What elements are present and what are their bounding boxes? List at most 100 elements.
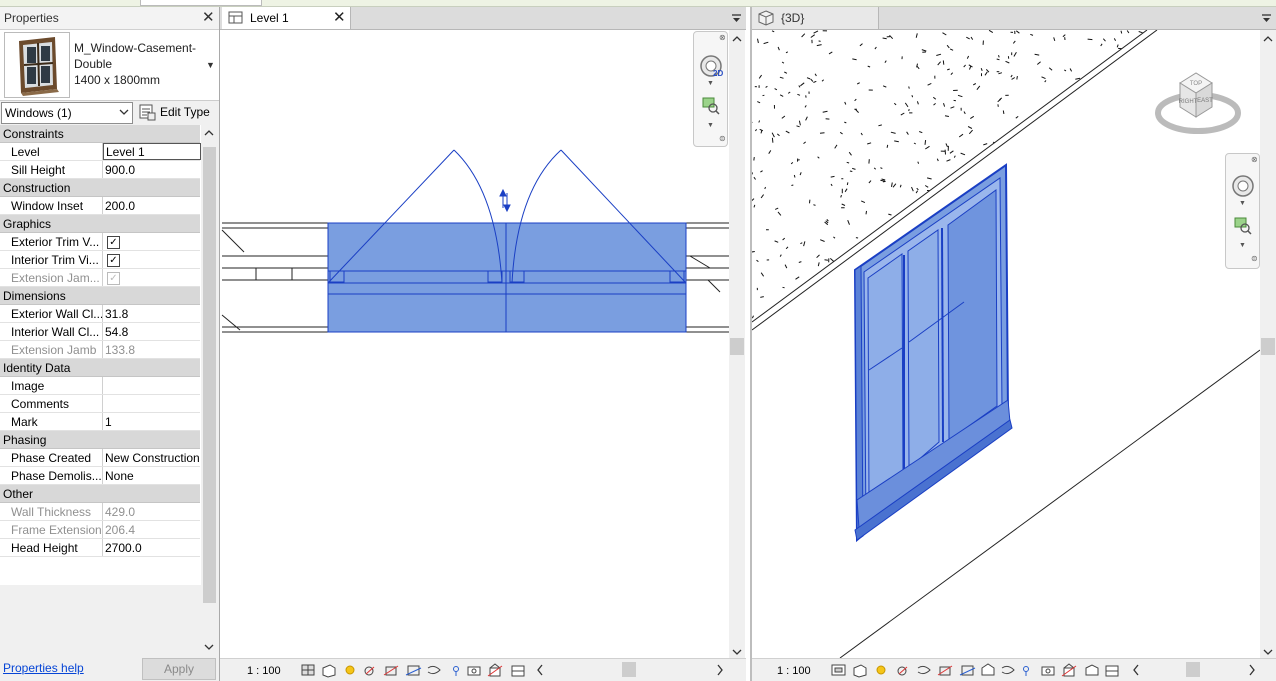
view-cube-icon[interactable]: TOP RIGHT EAST — [1150, 65, 1246, 149]
close-icon[interactable]: ✕ — [202, 10, 215, 25]
level1-view: Level 1 ✕ ⊗ 2D ▼ ▼ ⊜ 1: 100 — [220, 7, 746, 681]
property-row-image[interactable]: Image — [0, 377, 200, 395]
property-key: Phase Created — [11, 451, 92, 465]
group-other[interactable]: Other — [0, 485, 200, 503]
property-value: New Construction — [105, 451, 200, 465]
type-name-line1: M_Window-Casement- — [74, 41, 197, 55]
tab-label: Level 1 — [250, 11, 289, 25]
properties-footer: Properties help Apply — [0, 655, 219, 681]
property-row-phase-demolished[interactable]: Phase Demolis... None — [0, 467, 200, 485]
zoom-region-icon[interactable] — [702, 97, 720, 115]
property-row-mark[interactable]: Mark 1 — [0, 413, 200, 431]
view-control-icons[interactable] — [300, 662, 540, 679]
steering-wheel-icon[interactable] — [1231, 174, 1255, 198]
top-strip — [0, 0, 1276, 7]
property-row-extension-jamb: Extension Jamb 133.8 — [0, 341, 200, 359]
property-row-comments[interactable]: Comments — [0, 395, 200, 413]
tab-level1[interactable]: Level 1 ✕ — [222, 7, 351, 29]
3d-vertical-scroll-thumb[interactable] — [1261, 338, 1275, 355]
view-scale[interactable]: 1 : 100 — [247, 665, 281, 677]
scroll-down-icon[interactable] — [1263, 648, 1273, 656]
property-key: Extension Jamb — [11, 343, 97, 357]
group-label: Constraints — [3, 127, 64, 141]
edit-type-icon — [139, 104, 156, 121]
window-3d-selected — [853, 163, 1013, 543]
property-value: 206.4 — [105, 523, 136, 537]
interior-trim-checkbox[interactable]: ✓ — [107, 254, 120, 267]
group-constraints[interactable]: Constraints — [0, 125, 200, 143]
chevron-down-icon[interactable]: ▼ — [1239, 200, 1246, 207]
property-key: Sill Height — [11, 163, 66, 177]
property-row-head-height[interactable]: Head Height 2700.0 — [0, 539, 200, 557]
edit-type-button[interactable]: Edit Type — [138, 102, 218, 122]
steering-wheel-icon[interactable]: 2D — [699, 54, 723, 78]
window-thumbnail — [4, 32, 70, 98]
exterior-trim-checkbox[interactable]: ✓ — [107, 236, 120, 249]
chevron-down-icon[interactable]: ▼ — [1239, 242, 1246, 249]
scroll-down-icon[interactable] — [204, 643, 214, 651]
level1-horizontal-scroll-thumb[interactable] — [622, 662, 636, 677]
level1-vertical-scrollbar[interactable] — [729, 30, 745, 658]
properties-panel: Properties ✕ M_Window-Casement- Double 1… — [0, 7, 220, 681]
property-row-interior-trim[interactable]: Interior Trim Vi... ✓ — [0, 251, 200, 269]
chevron-down-icon[interactable]: ▼ — [707, 122, 714, 129]
scroll-left-icon[interactable] — [1132, 664, 1140, 676]
close-icon[interactable]: ✕ — [333, 10, 346, 25]
group-phasing[interactable]: Phasing — [0, 431, 200, 449]
level1-vertical-scroll-thumb[interactable] — [730, 338, 744, 355]
group-label: Dimensions — [3, 289, 66, 303]
property-value: 1 — [105, 415, 112, 429]
view-control-icons[interactable] — [830, 662, 1130, 679]
tab-3d[interactable]: {3D} — [752, 7, 879, 29]
edit-type-label: Edit Type — [160, 105, 210, 119]
properties-scroll-thumb[interactable] — [203, 147, 216, 603]
properties-help-link[interactable]: Properties help — [3, 661, 84, 675]
close-icon[interactable]: ⊗ — [719, 33, 726, 42]
scroll-right-icon[interactable] — [1248, 664, 1256, 676]
view-scale[interactable]: 1 : 100 — [777, 665, 811, 677]
property-row-phase-created[interactable]: Phase Created New Construction — [0, 449, 200, 467]
resize-icon[interactable]: ⊜ — [1251, 254, 1258, 263]
chevron-down-icon[interactable]: ▼ — [707, 80, 714, 87]
type-selector[interactable]: M_Window-Casement- Double 1400 x 1800mm … — [0, 30, 219, 101]
level1-view-header: Level 1 ✕ — [220, 7, 746, 30]
property-row-exterior-wall-closure[interactable]: Exterior Wall Cl... 31.8 — [0, 305, 200, 323]
group-construction[interactable]: Construction — [0, 179, 200, 197]
chevron-down-icon — [119, 109, 129, 115]
property-row-sill-height[interactable]: Sill Height 900.0 — [0, 161, 200, 179]
property-row-level[interactable]: Level Level 1 — [0, 143, 201, 161]
3d-navigation-bar: ⊗ ▼ ▼ ⊜ — [1225, 153, 1260, 269]
category-selector[interactable]: Windows (1) — [1, 102, 133, 124]
scroll-up-icon[interactable] — [204, 129, 214, 137]
property-key: Wall Thickness — [11, 505, 92, 519]
group-dimensions[interactable]: Dimensions — [0, 287, 200, 305]
group-graphics[interactable]: Graphics — [0, 215, 200, 233]
viewcube-top-label: TOP — [1190, 81, 1202, 87]
level-field[interactable]: Level 1 — [103, 143, 201, 160]
property-row-exterior-trim[interactable]: Exterior Trim V... ✓ — [0, 233, 200, 251]
group-identity-data[interactable]: Identity Data — [0, 359, 200, 377]
zoom-region-icon[interactable] — [1234, 217, 1252, 235]
property-row-window-inset[interactable]: Window Inset 200.0 — [0, 197, 200, 215]
category-selector-value: Windows (1) — [5, 106, 72, 120]
group-label: Phasing — [3, 433, 47, 447]
3d-vertical-scrollbar[interactable] — [1260, 30, 1276, 658]
scroll-right-icon[interactable] — [716, 664, 724, 676]
property-row-interior-wall-closure[interactable]: Interior Wall Cl... 54.8 — [0, 323, 200, 341]
scroll-up-icon[interactable] — [732, 35, 742, 43]
3d-horizontal-scroll-thumb[interactable] — [1186, 662, 1200, 677]
resize-icon[interactable]: ⊜ — [719, 134, 726, 143]
close-icon[interactable]: ⊗ — [1251, 155, 1258, 164]
scroll-down-icon[interactable] — [732, 648, 742, 656]
property-value: 54.8 — [105, 325, 129, 339]
dropdown-arrow-icon[interactable]: ▼ — [206, 60, 215, 70]
tab-menu-icon[interactable] — [1261, 13, 1272, 23]
scroll-left-icon[interactable] — [536, 664, 544, 676]
tab-menu-icon[interactable] — [731, 13, 742, 23]
level1-canvas[interactable] — [220, 30, 730, 658]
viewcube-right-label: RIGHT — [1179, 99, 1198, 105]
property-key: Window Inset — [11, 199, 84, 213]
group-label: Graphics — [3, 217, 52, 231]
scroll-up-icon[interactable] — [1263, 35, 1273, 43]
apply-button[interactable]: Apply — [142, 658, 216, 680]
